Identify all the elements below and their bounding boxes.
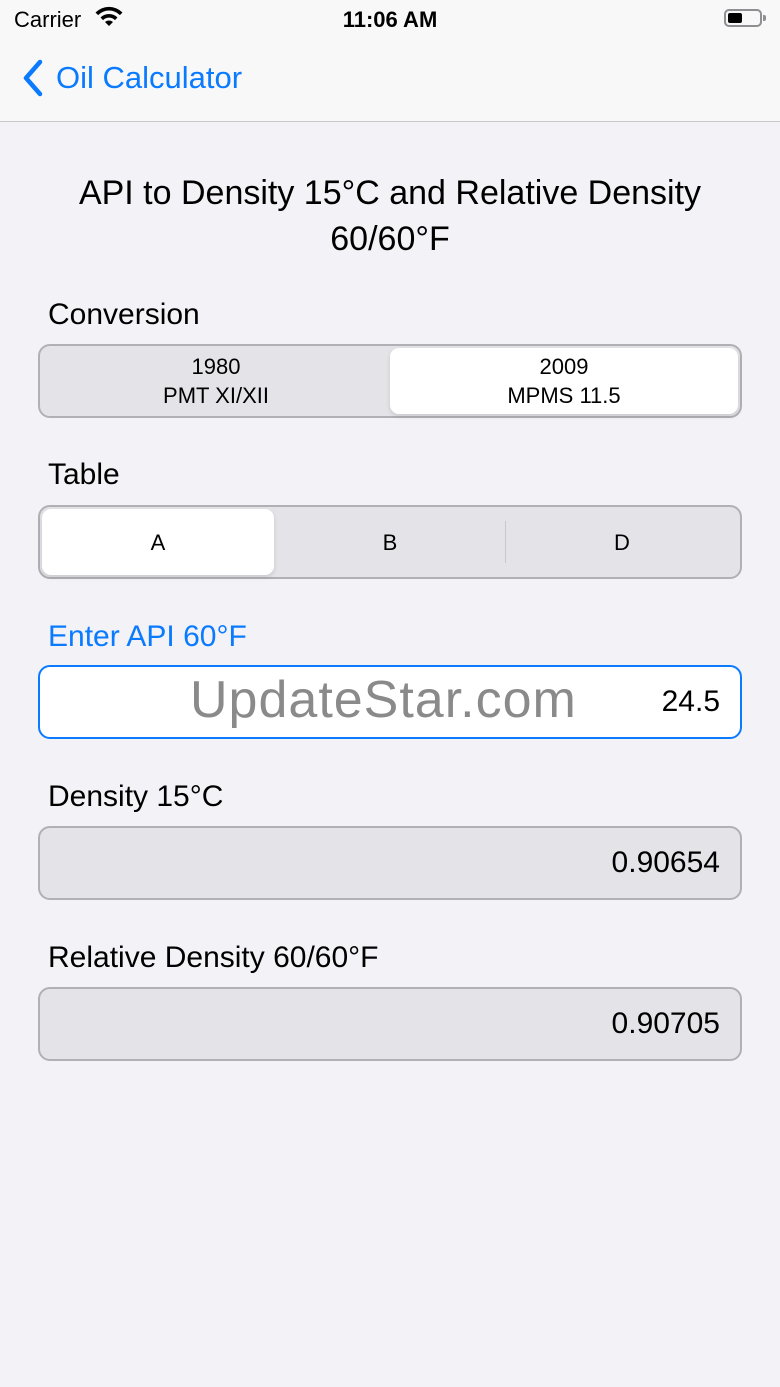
battery-icon [724,9,766,27]
conversion-option-1980[interactable]: 1980 PMT XI/XII [42,348,390,414]
table-option-label: B [382,529,398,555]
relative-density-label: Relative Density 60/60°F [48,941,379,974]
table-option-label: A [150,529,166,555]
density-value: 0.90654 [611,846,720,879]
page-title-line1: API to Density 15°C and Relative Density [78,174,702,212]
relative-density-value: 0.90705 [611,1007,720,1040]
table-option-a[interactable]: A [42,509,274,575]
navigation-bar: Oil Calculator [0,40,780,122]
conversion-segmented-control: 1980 PMT XI/XII 2009 MPMS 11.5 [38,344,742,418]
watermark: UpdateStar.com [190,671,577,729]
chevron-left-icon [23,59,43,97]
table-option-b[interactable]: B [274,509,506,575]
api-input-value: 24.5 [661,685,720,718]
status-bar: Carrier 11:06 AM [0,0,780,40]
back-button-label: Oil Calculator [56,60,243,95]
density-label: Density 15°C [48,780,224,813]
back-button[interactable]: Oil Calculator [20,56,242,100]
conversion-option-line2: MPMS 11.5 [507,383,621,408]
relative-density-output-field: 0.90705 [38,987,742,1061]
table-label: Table [48,458,120,491]
density-output-field: 0.90654 [38,826,742,900]
conversion-option-line1: 2009 [539,354,589,379]
status-time: 11:06 AM [342,7,438,32]
conversion-option-2009[interactable]: 2009 MPMS 11.5 [390,348,738,414]
conversion-option-line2: PMT XI/XII [163,383,269,408]
table-segmented-control: A B D [38,505,742,579]
conversion-option-line1: 1980 [191,354,241,379]
table-option-label: D [614,529,630,555]
conversion-label: Conversion [48,298,200,331]
page-title-line2: 60/60°F [330,220,450,258]
api-input-label: Enter API 60°F [48,620,247,653]
table-option-d[interactable]: D [506,509,738,575]
page-title: API to Density 15°C and Relative Density… [40,170,740,262]
